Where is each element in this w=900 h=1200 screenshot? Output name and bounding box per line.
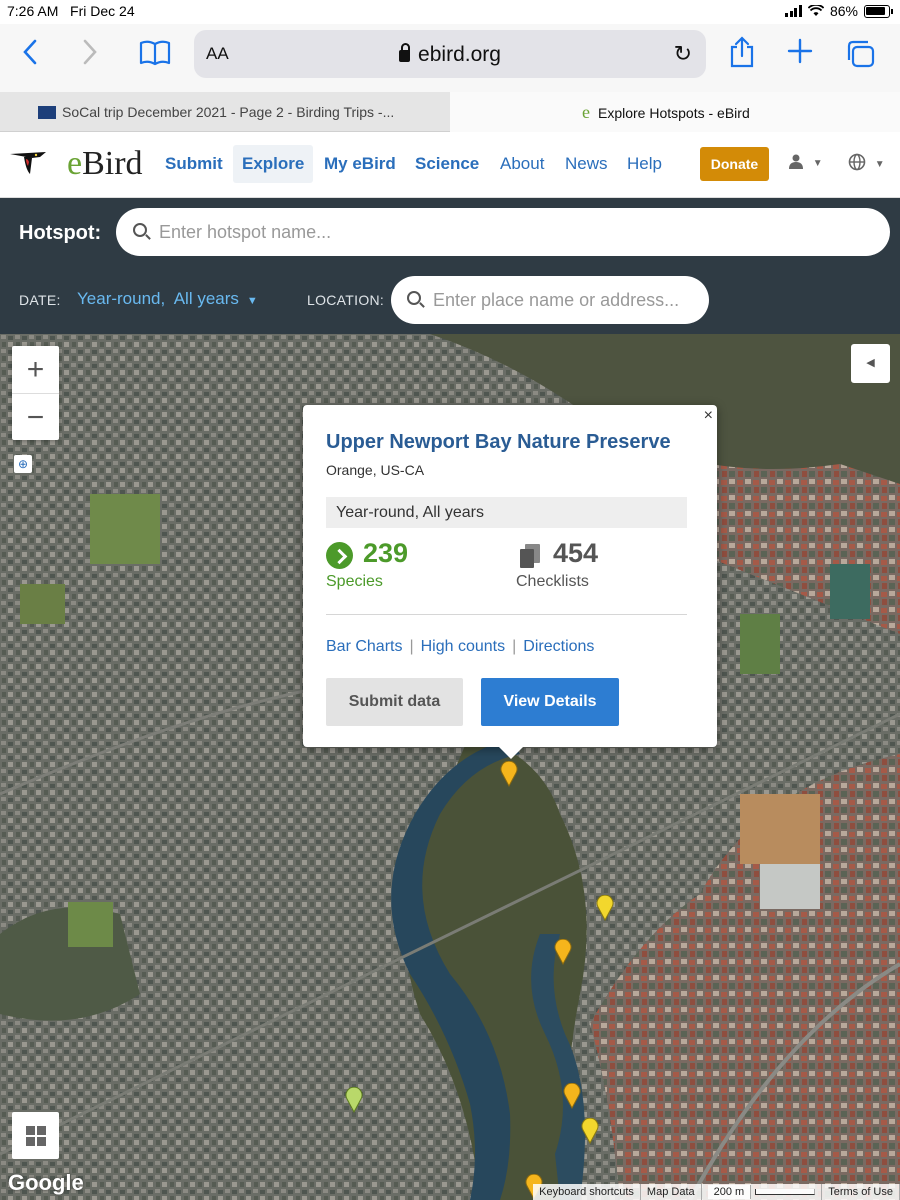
tab-strip: SoCal trip December 2021 - Page 2 - Bird… [0,92,900,132]
date-filter-dropdown[interactable]: Year-round, All years ▼ [77,289,258,309]
donate-button[interactable]: Donate [700,147,769,181]
checklists-icon [520,544,540,568]
ebird-logo-icon[interactable] [10,150,48,178]
zoom-in-button[interactable]: + [12,346,59,393]
terms-of-use-link[interactable]: Terms of Use [822,1184,900,1200]
status-bar: 7:26 AM Fri Dec 24 86% [0,0,900,24]
location-search-input[interactable] [433,276,699,324]
ebird-favicon-icon: e [582,102,590,122]
hotspot-search-box[interactable] [116,208,890,256]
map-layers-button[interactable] [12,1112,59,1159]
status-time: 7:26 AM Fri Dec 24 [7,3,135,19]
hotspot-marker-selected[interactable] [500,761,518,787]
hotspot-label: Hotspot: [19,222,102,244]
url-text[interactable]: ebird.org [194,43,706,67]
lock-icon [399,43,411,62]
zoom-area-icon[interactable]: ⊕ [14,455,32,473]
battery-icon [864,4,893,18]
caret-left-icon: ◀ [866,357,875,369]
high-counts-link[interactable]: High counts [421,638,506,655]
species-count: 239 [363,538,409,568]
submit-data-button[interactable]: Submit data [326,678,463,726]
status-date: Fri Dec 24 [70,3,135,19]
map-view[interactable]: + − ⊕ ◀ Google Keyboard shortcuts Map Da… [0,334,900,1200]
directions-link[interactable]: Directions [523,638,594,655]
tab-socal-trip[interactable]: SoCal trip December 2021 - Page 2 - Bird… [38,92,438,132]
tab-explore-hotspots[interactable]: e Explore Hotspots - eBird [450,92,900,132]
bookmarks-book-icon[interactable] [139,40,171,72]
keyboard-shortcuts-link[interactable]: Keyboard shortcuts [533,1184,641,1200]
user-icon [789,154,803,169]
hotspot-search-input[interactable] [159,208,869,256]
nav-help[interactable]: Help [618,145,671,183]
checklists-label: Checklists [516,573,589,590]
close-icon[interactable]: × [704,407,713,425]
nav-my-ebird[interactable]: My eBird [315,145,405,183]
hotspot-title-link[interactable]: Upper Newport Bay Nature Preserve [326,431,671,454]
nav-submit[interactable]: Submit [156,145,232,183]
wifi-icon [807,5,824,16]
search-panel: Hotspot: DATE: Year-round, All years▼ LO… [0,198,900,334]
search-icon [407,291,421,305]
view-details-button[interactable]: View Details [481,678,619,726]
popup-links: Bar Charts | High counts | Directions [326,638,595,655]
hotspot-info-popup: × Upper Newport Bay Nature Preserve Oran… [303,405,717,759]
species-icon [326,542,353,569]
nav-explore[interactable]: Explore [233,145,314,183]
hotspot-marker[interactable] [563,1083,581,1109]
species-label: Species [326,573,383,590]
cellular-signal-icon [785,5,802,17]
hotspot-marker[interactable] [596,895,614,921]
status-indicators: 86% [785,3,893,19]
map-scale[interactable]: 200 m [701,1184,823,1200]
language-menu[interactable]: ▼ [848,153,885,176]
date-label: DATE: [19,292,61,308]
divider [326,614,687,615]
zoom-out-button[interactable]: − [12,393,59,440]
site-favicon-icon [38,106,56,119]
nav-news[interactable]: News [556,145,617,183]
hotspot-marker[interactable] [554,939,572,965]
chevron-down-icon: ▼ [812,158,823,169]
date-range-label: Year-round, All years [326,497,687,528]
collapse-panel-button[interactable]: ◀ [851,344,890,383]
share-icon[interactable] [729,36,755,74]
zoom-control: + − [12,346,59,440]
search-icon [133,223,147,237]
ebird-logo-text[interactable]: eBird [67,145,143,183]
google-logo: Google [8,1170,84,1195]
location-search-box[interactable] [391,276,709,324]
chevron-down-icon: ▼ [874,159,885,170]
map-data-link[interactable]: Map Data [640,1184,702,1200]
new-tab-plus-icon[interactable] [787,38,813,70]
address-bar[interactable]: AA ebird.org ↻ [194,30,706,78]
nav-science[interactable]: Science [406,145,488,183]
map-attribution: Keyboard shortcuts Map Data 200 m Terms … [533,1184,900,1200]
bar-charts-link[interactable]: Bar Charts [326,638,402,655]
caret-down-icon: ▼ [246,295,258,307]
site-header: eBird Submit Explore My eBird Science Ab… [0,132,900,198]
tabs-overview-icon[interactable] [846,40,876,74]
forward-icon[interactable] [80,38,100,72]
hotspot-region: Orange, US-CA [326,462,425,478]
account-menu[interactable]: ▼ [788,153,823,174]
checklists-count: 454 [553,538,599,568]
hotspot-marker[interactable] [581,1118,599,1144]
nav-about[interactable]: About [491,145,553,183]
browser-toolbar: AA ebird.org ↻ [0,24,900,92]
hotspot-marker[interactable] [345,1087,363,1113]
battery-percent: 86% [829,3,858,19]
reload-icon[interactable]: ↻ [674,41,692,67]
location-label: LOCATION: [307,292,385,308]
back-icon[interactable] [20,38,40,72]
globe-icon [848,153,866,171]
scale-bar [755,1189,816,1195]
